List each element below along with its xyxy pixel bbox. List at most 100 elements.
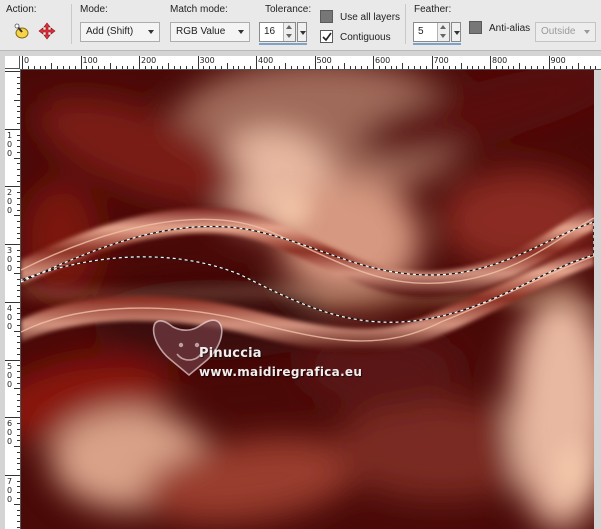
ruler-tick: [17, 290, 20, 292]
ruler-tick: [337, 66, 339, 69]
ruler-tick: [109, 63, 111, 69]
ruler-tick: [355, 66, 357, 69]
ruler-tick: [127, 66, 129, 69]
ruler-tick: [27, 66, 29, 69]
down-arrow-icon: [440, 34, 446, 38]
ruler-tick: [17, 105, 20, 107]
ruler-tick: [373, 56, 374, 69]
mode-label: Mode:: [80, 4, 108, 15]
ruler-tick: [425, 66, 427, 69]
stepper-buttons[interactable]: [283, 23, 295, 41]
ruler-tick: [367, 66, 369, 69]
anti-alias-side-select[interactable]: Outside: [535, 22, 596, 42]
ruler-tick: [17, 221, 20, 222]
ruler-tick: [378, 66, 380, 69]
ruler-label: 2: [7, 188, 13, 198]
ruler-label: 0: [7, 485, 13, 495]
tolerance-slider-bar[interactable]: [259, 43, 307, 45]
ruler-tick: [17, 117, 20, 119]
separator: [71, 4, 72, 44]
ruler-tick: [308, 66, 310, 69]
ruler-label: 300: [199, 56, 215, 65]
ruler-tick: [226, 63, 228, 69]
ruler-tick: [14, 272, 20, 274]
ruler-tick: [17, 111, 20, 113]
ruler-label: 7: [7, 476, 13, 486]
use-all-layers-checkbox[interactable]: [320, 10, 333, 23]
ruler-tick: [17, 267, 20, 269]
tolerance-value: 16: [264, 26, 276, 37]
ruler-tick: [17, 498, 20, 499]
contiguous-checkbox[interactable]: [320, 30, 333, 43]
ruler-tick: [5, 474, 20, 476]
ruler-tick: [103, 66, 105, 69]
tolerance-stepper[interactable]: 16: [259, 22, 296, 42]
ruler-tick: [566, 66, 567, 69]
ruler-tick: [17, 486, 20, 488]
ruler-tick: [291, 66, 293, 69]
tolerance-dropdown-button[interactable]: [297, 22, 307, 42]
ruler-tick: [5, 71, 20, 72]
ruler-tick: [17, 180, 20, 182]
ruler-tick: [490, 56, 491, 69]
ruler-tick: [17, 151, 20, 153]
ruler-tick: [17, 428, 20, 430]
feather-slider-bar[interactable]: [413, 43, 461, 45]
magic-wand-select-icon[interactable]: [13, 22, 31, 40]
ruler-tick: [495, 66, 497, 69]
ruler-label: 0: [7, 197, 13, 207]
feather-stepper[interactable]: 5: [413, 22, 450, 42]
ruler-tick: [17, 365, 20, 367]
ruler-tick: [57, 66, 59, 69]
ruler-tick: [326, 66, 328, 69]
ruler-label: 0: [7, 437, 13, 447]
ruler-tick: [472, 66, 474, 69]
ruler-label: 0: [7, 428, 13, 438]
move-selection-icon[interactable]: [38, 22, 56, 40]
ruler-tick: [577, 63, 579, 69]
ruler-tick: [548, 56, 550, 69]
ruler-tick: [139, 56, 140, 69]
ruler-tick: [536, 66, 538, 69]
ruler-tick: [384, 66, 386, 69]
anti-alias-checkbox[interactable]: [469, 21, 482, 34]
ruler-label: 0: [7, 206, 13, 216]
ruler-tick: [191, 66, 193, 69]
ruler-tick: [17, 122, 20, 124]
ruler-tick: [513, 66, 515, 69]
ruler-tick: [17, 163, 20, 165]
ruler-tick: [501, 66, 503, 69]
ruler-tick: [121, 66, 123, 69]
up-arrow-icon: [286, 25, 292, 29]
ruler-tick: [530, 66, 532, 69]
ruler-tick: [17, 146, 20, 147]
ruler-tick: [17, 492, 20, 494]
ruler-tick: [396, 66, 398, 69]
ruler-tick: [74, 66, 76, 69]
ruler-tick: [554, 66, 556, 69]
ruler-label: 0: [7, 255, 13, 265]
ruler-tick: [5, 417, 20, 419]
ruler-tick: [5, 186, 20, 188]
stepper-buttons[interactable]: [437, 23, 449, 41]
mode-select[interactable]: Add (Shift): [80, 22, 160, 42]
ruler-tick: [17, 411, 20, 413]
image-canvas[interactable]: Pinuccia www.maidiregrafica.eu: [21, 70, 594, 529]
up-arrow-icon: [440, 25, 446, 29]
feather-dropdown-button[interactable]: [451, 22, 461, 42]
ruler-tick: [343, 63, 345, 69]
ruler-tick: [68, 66, 70, 69]
ruler-label: 1: [7, 130, 13, 140]
ruler-tick: [14, 446, 20, 448]
match-mode-select[interactable]: RGB Value: [170, 22, 250, 42]
ruler-corner: [5, 56, 20, 69]
ruler-tick: [17, 238, 20, 240]
ruler-tick: [150, 66, 152, 69]
ruler-tick: [39, 66, 41, 69]
ruler-tick: [232, 66, 234, 69]
anti-alias-label: Anti-alias: [489, 23, 531, 34]
ruler-label: 0: [7, 264, 13, 274]
ruler-tick: [185, 66, 187, 69]
ruler-tick: [17, 296, 20, 297]
ruler-tick: [17, 94, 20, 96]
